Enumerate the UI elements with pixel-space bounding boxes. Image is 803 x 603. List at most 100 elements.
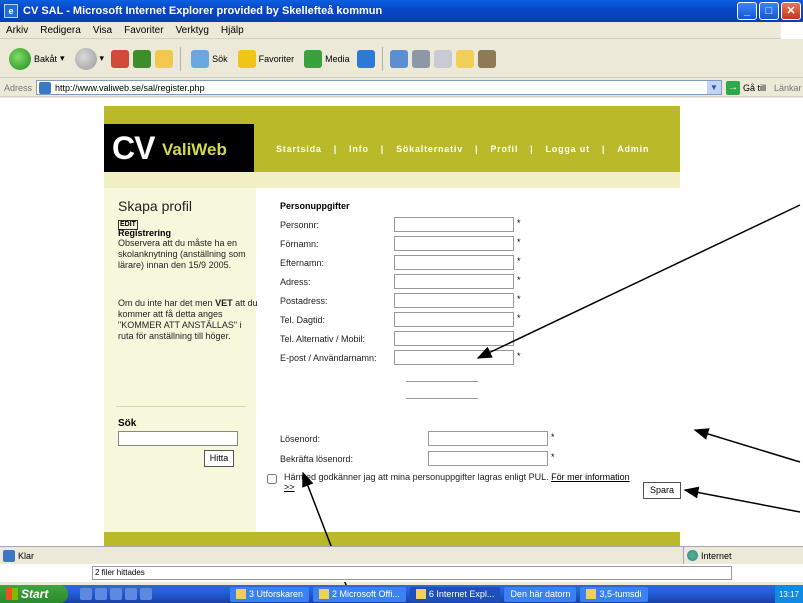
nav-info[interactable]: Info	[337, 144, 381, 154]
menu-hjalp[interactable]: Hjälp	[221, 25, 244, 36]
nav-startsida[interactable]: Startsida	[264, 144, 334, 154]
quick-launch-icon[interactable]	[110, 588, 122, 600]
tel-mobil-field[interactable]	[394, 331, 514, 346]
start-label: Start	[21, 587, 49, 601]
task-label: 2 Microsoft Offi...	[332, 589, 400, 599]
media-button[interactable]: Media	[301, 48, 353, 70]
efternamn-field[interactable]	[394, 255, 514, 270]
task-label: Den här datorn	[510, 589, 571, 599]
go-label: Gå till	[743, 82, 767, 93]
tel-dagtid-field[interactable]	[394, 312, 514, 327]
folder-icon	[236, 589, 246, 599]
required-mark: *	[517, 218, 521, 228]
fornamn-label: Förnamn:	[280, 239, 319, 249]
menu-verktyg[interactable]: Verktyg	[176, 25, 209, 36]
pul-checkbox[interactable]	[267, 474, 277, 484]
required-mark: *	[517, 313, 521, 323]
stop-icon[interactable]	[111, 49, 130, 68]
required-mark: *	[551, 452, 555, 462]
forward-arrow-icon	[74, 47, 97, 70]
adress-field[interactable]	[394, 274, 514, 289]
menu-visa[interactable]: Visa	[93, 25, 112, 36]
menu-arkiv[interactable]: Arkiv	[6, 25, 28, 36]
search-input[interactable]	[118, 431, 238, 446]
task-den-har-datorn[interactable]: Den här datorn	[504, 586, 577, 602]
address-dropdown-icon[interactable]: ▼	[707, 81, 721, 94]
valiweb-logo[interactable]: CV ValiWeb	[104, 124, 254, 172]
task-internet-explorer[interactable]: 6 Internet Expl...	[409, 586, 501, 602]
task-utforskaren[interactable]: 3 Utforskaren	[230, 586, 310, 602]
task-label: 3,5-tumsdi	[599, 589, 642, 599]
task-office[interactable]: 2 Microsoft Offi...	[313, 586, 406, 602]
minimize-button[interactable]: _	[737, 2, 757, 20]
epost-field[interactable]	[394, 350, 514, 365]
home-icon[interactable]	[155, 49, 174, 68]
fornamn-field[interactable]	[394, 236, 514, 251]
quick-launch-icon[interactable]	[125, 588, 137, 600]
mail-icon[interactable]	[389, 49, 408, 68]
quick-launch-icon[interactable]	[140, 588, 152, 600]
browser-toolbar: Bakåt ▾ ▾ Sök Favoriter Media	[0, 40, 803, 78]
site-footer	[104, 532, 680, 546]
windows-flag-icon	[6, 588, 18, 600]
refresh-icon[interactable]	[133, 49, 152, 68]
password-field[interactable]	[428, 431, 548, 446]
quick-launch	[80, 588, 230, 600]
favorites-button[interactable]: Favoriter	[235, 48, 298, 70]
window-title-bar[interactable]: e CV SAL - Microsoft Internet Explorer p…	[0, 0, 803, 22]
forward-dropdown-icon: ▾	[99, 53, 105, 63]
nav-logga-ut[interactable]: Logga ut	[533, 144, 601, 154]
postadress-field[interactable]	[394, 293, 514, 308]
links-label[interactable]: Länkar	[774, 83, 802, 93]
menu-bar: Arkiv Redigera Visa Favoriter Verktyg Hj…	[0, 22, 803, 39]
task-label: 6 Internet Expl...	[428, 589, 495, 599]
required-mark: *	[517, 351, 521, 361]
go-button[interactable]: → Gå till	[726, 80, 767, 95]
postadress-label: Postadress:	[280, 296, 328, 306]
personnr-label: Personnr:	[280, 220, 320, 230]
window-controls: _ □ ✕	[737, 2, 801, 20]
quick-launch-icon[interactable]	[95, 588, 107, 600]
quick-launch-icon[interactable]	[80, 588, 92, 600]
required-mark: *	[517, 275, 521, 285]
password-confirm-field[interactable]	[428, 451, 548, 466]
ie-app-icon: e	[4, 4, 18, 18]
print-icon[interactable]	[411, 49, 430, 68]
spara-button[interactable]: Spara	[643, 482, 681, 499]
history-icon[interactable]	[356, 49, 375, 68]
start-button[interactable]: Start	[0, 585, 68, 603]
epost-label: E-post / Användarnamn:	[280, 353, 377, 363]
folder-icon[interactable]	[455, 49, 474, 68]
pul-consent-text: Härmed godkänner jag att mina personuppg…	[284, 472, 634, 492]
personnr-field[interactable]	[394, 217, 514, 232]
personuppgifter-title: Personuppgifter	[280, 201, 350, 211]
back-button[interactable]: Bakåt ▾	[6, 46, 68, 72]
tel-mobil-label: Tel. Alternativ / Mobil:	[280, 334, 366, 344]
globe-icon	[687, 550, 698, 561]
browser-viewport: CV ValiWeb Startsida | Info | Sökalterna…	[0, 98, 803, 546]
research-icon[interactable]	[477, 49, 496, 68]
info-text: Om du inte har det men VET att du kommer…	[118, 298, 258, 342]
search-button[interactable]: Sök	[188, 48, 231, 70]
nav-admin[interactable]: Admin	[605, 144, 661, 154]
nav-sokalternativ[interactable]: Sökalternativ	[384, 144, 475, 154]
task-floppy[interactable]: 3,5-tumsdi	[580, 586, 648, 602]
menu-redigera[interactable]: Redigera	[40, 25, 81, 36]
close-button[interactable]: ✕	[781, 2, 801, 20]
page-icon	[39, 81, 51, 94]
required-mark: *	[517, 294, 521, 304]
toolbar-separator	[180, 46, 182, 71]
address-input[interactable]: http://www.valiweb.se/sal/register.php ▼	[36, 80, 722, 95]
required-mark: *	[517, 256, 521, 266]
left-divider	[116, 406, 246, 407]
nav-profil[interactable]: Profil	[478, 144, 530, 154]
edit-icon[interactable]	[433, 49, 452, 68]
maximize-button[interactable]: □	[759, 2, 779, 20]
tel-dagtid-label: Tel. Dagtid:	[280, 315, 326, 325]
system-tray-clock[interactable]: 13:17	[775, 585, 803, 603]
word-icon	[319, 589, 330, 599]
menu-favoriter[interactable]: Favoriter	[124, 25, 163, 36]
status-bar: Klar Internet	[0, 546, 803, 565]
hitta-button[interactable]: Hitta	[204, 450, 234, 467]
forward-button[interactable]: ▾	[72, 46, 108, 72]
